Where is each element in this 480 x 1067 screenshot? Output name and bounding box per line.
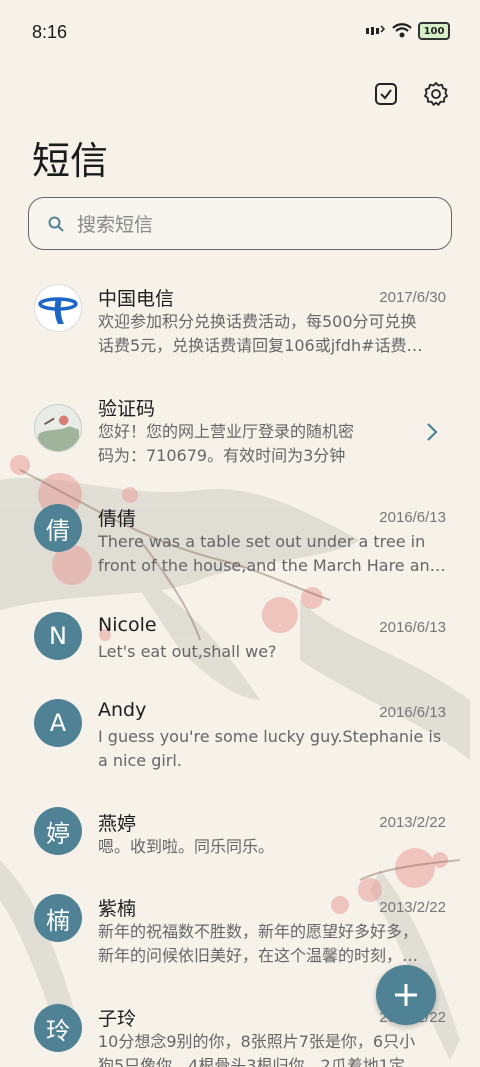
contact-name: Andy bbox=[98, 699, 147, 721]
status-icons: 100 bbox=[364, 22, 450, 40]
avatar: 玲 bbox=[34, 1004, 82, 1052]
message-preview: 您好！您的网上营业厅登录的随机密 码为：710679。有效时间为3分钟 bbox=[98, 422, 355, 465]
message-item-qianqian[interactable]: 倩 倩倩 2016/6/13 There was a table set out… bbox=[0, 490, 480, 600]
message-date: 2013/2/22 bbox=[379, 814, 446, 831]
avatar: 婷 bbox=[34, 807, 82, 855]
painting-thumbnail bbox=[34, 404, 82, 452]
message-date: 2017/6/30 bbox=[379, 289, 446, 306]
message-item-nicole[interactable]: N Nicole 2016/6/13 Let's eat out,shall w… bbox=[0, 600, 480, 685]
settings-button[interactable] bbox=[420, 78, 452, 110]
avatar: A bbox=[34, 699, 82, 747]
avatar: 楠 bbox=[34, 894, 82, 942]
contact-name: Nicole bbox=[98, 614, 157, 636]
contact-name: 燕婷 bbox=[98, 813, 137, 835]
search-placeholder: 搜索短信 bbox=[77, 214, 154, 236]
plus-icon bbox=[395, 984, 417, 1006]
message-preview: 欢迎参加积分兑换话费活动，每500分可兑换 话费5元，兑换话费请回复106或jf… bbox=[98, 312, 423, 355]
checkbox-icon bbox=[375, 83, 397, 105]
battery-indicator: 100 bbox=[418, 22, 450, 40]
message-item-andy[interactable]: A Andy 2016/6/13 I guess you're some luc… bbox=[0, 685, 480, 795]
page-title: 短信 bbox=[32, 139, 109, 183]
vibrate-icon bbox=[366, 25, 386, 35]
china-telecom-logo bbox=[34, 284, 82, 332]
message-preview: Let's eat out,shall we? bbox=[98, 642, 277, 661]
select-messages-button[interactable] bbox=[370, 78, 402, 110]
message-preview: There was a table set out under a tree i… bbox=[98, 532, 446, 575]
message-date: 2016/6/13 bbox=[379, 509, 446, 526]
message-date: 2013/2/22 bbox=[379, 899, 446, 916]
wifi-icon bbox=[392, 23, 412, 38]
contact-name: 验证码 bbox=[98, 398, 156, 420]
contact-name: 倩倩 bbox=[98, 508, 137, 530]
message-date: 2016/6/13 bbox=[379, 704, 446, 721]
message-preview: 10分想念9别的你，8张照片7张是你，6只小 狗5只像你，4根骨头3根归你，2爪… bbox=[98, 1032, 416, 1067]
message-item-verification[interactable]: 验证码 您好！您的网上营业厅登录的随机密 码为：710679。有效时间为3分钟 bbox=[0, 380, 480, 490]
chevron-right-icon[interactable] bbox=[426, 422, 438, 442]
search-bar[interactable]: 搜索短信 bbox=[28, 197, 452, 250]
status-bar: 8:16 100 bbox=[0, 0, 480, 66]
search-icon bbox=[48, 216, 64, 232]
message-date: 2016/6/13 bbox=[379, 619, 446, 636]
message-item-china-telecom[interactable]: 中国电信 2017/6/30 欢迎参加积分兑换话费活动，每500分可兑换 话费5… bbox=[0, 270, 480, 380]
message-preview: 新年的祝福数不胜数，新年的愿望好多好多， 新年的问候依旧美好，在这个温馨的时刻，… bbox=[98, 922, 419, 965]
message-preview: 嗯。收到啦。同乐同乐。 bbox=[98, 837, 275, 856]
new-message-button[interactable] bbox=[376, 965, 436, 1025]
message-preview: I guess you're some lucky guy.Stephanie … bbox=[98, 727, 442, 770]
avatar: 倩 bbox=[34, 504, 82, 552]
contact-name: 中国电信 bbox=[98, 288, 175, 310]
avatar: N bbox=[34, 612, 82, 660]
message-item-yanting[interactable]: 婷 燕婷 2013/2/22 嗯。收到啦。同乐同乐。 bbox=[0, 795, 480, 880]
status-time: 8:16 bbox=[32, 22, 68, 42]
contact-name: 子玲 bbox=[98, 1008, 137, 1030]
gear-icon bbox=[423, 81, 449, 107]
contact-name: 紫楠 bbox=[98, 898, 137, 920]
